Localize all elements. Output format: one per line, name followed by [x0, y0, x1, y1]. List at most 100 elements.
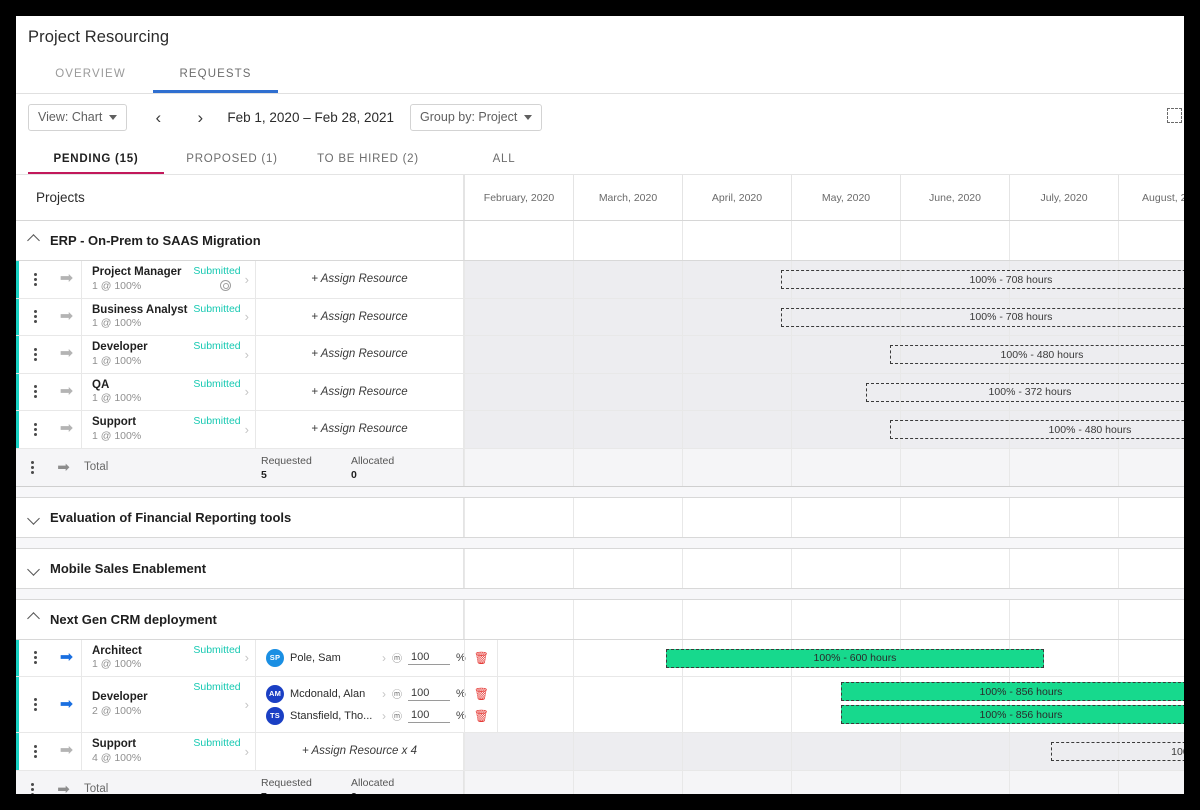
assign-resource-link[interactable]: + Assign Resource — [311, 386, 407, 398]
allocation-bar[interactable]: 100% - 480 hours — [890, 345, 1184, 364]
chevron-right-icon[interactable]: › — [245, 309, 249, 324]
row-move-button[interactable]: ➡ — [52, 261, 81, 298]
chevron-right-icon[interactable]: › — [382, 709, 386, 723]
chevron-right-icon[interactable]: › — [245, 650, 249, 665]
row-menu-button[interactable] — [19, 677, 52, 732]
assign-resource-cell[interactable]: + Assign Resource x 4 — [256, 733, 464, 770]
app-window: Project Resourcing OVERVIEW REQUESTS Vie… — [16, 16, 1184, 794]
row-menu-button[interactable] — [19, 299, 52, 336]
allocation-bar[interactable]: 100% — [1051, 742, 1184, 761]
tab-all[interactable]: ALL — [436, 153, 572, 174]
group-by-select[interactable]: Group by: Project — [410, 104, 542, 131]
timeline-cell — [682, 374, 791, 411]
row-move-button[interactable]: ➡ — [52, 299, 81, 336]
resource-row-timeline: 100% - 480 hours — [464, 336, 1184, 373]
total-arrow: ➡ — [49, 782, 78, 795]
total-label: Total — [84, 461, 108, 473]
row-move-button[interactable]: ➡ — [52, 640, 81, 677]
allocation-bar[interactable]: 100% - 708 hours — [781, 308, 1184, 327]
row-move-button[interactable]: ➡ — [52, 411, 81, 448]
allocated-label: Allocated — [351, 455, 394, 467]
timeline-cell — [900, 221, 1009, 260]
total-menu-button[interactable] — [16, 788, 49, 791]
row-menu-button[interactable] — [19, 261, 52, 298]
role-name: Architect — [92, 644, 189, 658]
fullscreen-icon[interactable] — [1167, 108, 1182, 123]
allocation-bar[interactable]: 100% - 480 hours — [890, 420, 1184, 439]
chevron-right-icon[interactable]: › — [245, 384, 249, 399]
person-name: Pole, Sam — [290, 652, 376, 664]
allocation-percent-input[interactable] — [408, 709, 450, 723]
tab-to-be-hired[interactable]: TO BE HIRED (2) — [300, 153, 436, 174]
chevron-right-icon[interactable]: › — [382, 687, 386, 701]
chevron-down-icon[interactable] — [28, 511, 40, 523]
tab-requests[interactable]: REQUESTS — [153, 58, 278, 92]
chevron-right-icon[interactable]: › — [245, 422, 249, 437]
project-group-title: Next Gen CRM deployment — [50, 612, 217, 627]
assign-resource-cell[interactable]: + Assign Resource — [256, 374, 464, 411]
assign-resource-cell[interactable]: + Assign Resource — [256, 261, 464, 298]
assigned-person: AM Mcdonald, Alan › ⓜ % 🗑 — [266, 685, 489, 703]
timeline-header: February, 2020March, 2020April, 2020May,… — [464, 175, 1184, 220]
assign-resource-link[interactable]: + Assign Resource — [311, 311, 407, 323]
row-menu-button[interactable] — [19, 411, 52, 448]
role-allocation: 4 @ 100% — [92, 752, 189, 766]
timeline-cell — [682, 771, 791, 795]
timeline-cell — [573, 771, 682, 795]
row-move-button[interactable]: ➡ — [52, 733, 81, 770]
resource-request-row: ➡ QA 1 @ 100% Submitted › + Assign Resou… — [16, 374, 1184, 412]
chevron-down-icon[interactable] — [28, 562, 40, 574]
project-group-title: Mobile Sales Enablement — [50, 561, 206, 576]
allocation-percent-input[interactable] — [408, 687, 450, 701]
total-menu-button[interactable] — [16, 466, 49, 469]
chevron-right-icon[interactable]: › — [382, 651, 386, 665]
role-cell: Support 1 @ 100% Submitted › — [81, 411, 256, 448]
tab-pending[interactable]: PENDING (15) — [28, 153, 164, 174]
project-group-timeline — [464, 549, 1184, 588]
row-move-button[interactable]: ➡ — [52, 336, 81, 373]
project-group-row[interactable]: Next Gen CRM deployment — [16, 600, 1184, 640]
chevron-right-icon[interactable]: › — [245, 697, 249, 712]
row-move-button[interactable]: ➡ — [52, 677, 81, 732]
row-menu-button[interactable] — [19, 640, 52, 677]
allocation-bar[interactable]: 100% - 856 hours — [841, 705, 1184, 724]
assign-resource-cell[interactable]: + Assign Resource — [256, 411, 464, 448]
requested-label: Requested — [261, 777, 312, 789]
chevron-up-icon[interactable] — [28, 235, 40, 247]
resource-row-left: ➡ Support 1 @ 100% Submitted › + Assign … — [16, 411, 464, 448]
project-group-row[interactable]: Evaluation of Financial Reporting tools — [16, 498, 1184, 538]
allocation-percent-input[interactable] — [408, 651, 450, 665]
at-icon: ⓜ — [392, 650, 402, 665]
timeline-cell — [682, 733, 791, 770]
row-menu-button[interactable] — [19, 336, 52, 373]
chevron-up-icon[interactable] — [28, 613, 40, 625]
assign-resource-cell[interactable]: + Assign Resource — [256, 336, 464, 373]
assign-resource-link[interactable]: + Assign Resource — [311, 423, 407, 435]
chevron-right-icon[interactable]: › — [245, 272, 249, 287]
assign-resource-link[interactable]: + Assign Resource — [311, 348, 407, 360]
chevron-right-icon[interactable]: › — [245, 744, 249, 759]
allocation-bar[interactable]: 100% - 372 hours — [866, 383, 1184, 402]
assign-resource-cell[interactable]: + Assign Resource — [256, 299, 464, 336]
resource-row-left: ➡ Business Analyst 1 @ 100% Submitted › … — [16, 299, 464, 336]
row-menu-button[interactable] — [19, 374, 52, 411]
assign-resource-link[interactable]: + Assign Resource x 4 — [302, 745, 417, 757]
allocation-bar[interactable]: 100% - 856 hours — [841, 682, 1184, 701]
tab-proposed[interactable]: PROPOSED (1) — [164, 153, 300, 174]
avatar: AM — [266, 685, 284, 703]
project-group-row[interactable]: ERP - On-Prem to SAAS Migration — [16, 221, 1184, 261]
next-period-button[interactable]: › — [185, 109, 215, 126]
row-menu-button[interactable] — [19, 733, 52, 770]
prev-period-button[interactable]: ‹ — [143, 109, 173, 126]
timeline-cell — [464, 677, 573, 732]
allocation-bar[interactable]: 100% - 708 hours — [781, 270, 1184, 289]
row-move-button[interactable]: ➡ — [52, 374, 81, 411]
tab-overview[interactable]: OVERVIEW — [28, 58, 153, 92]
chevron-right-icon[interactable]: › — [245, 347, 249, 362]
timeline-cell — [573, 336, 682, 373]
allocation-bar[interactable]: 100% - 600 hours — [666, 649, 1044, 668]
assign-resource-link[interactable]: + Assign Resource — [311, 273, 407, 285]
view-select[interactable]: View: Chart — [28, 104, 127, 131]
project-group-row[interactable]: Mobile Sales Enablement — [16, 549, 1184, 589]
timeline-cell — [1118, 498, 1184, 537]
